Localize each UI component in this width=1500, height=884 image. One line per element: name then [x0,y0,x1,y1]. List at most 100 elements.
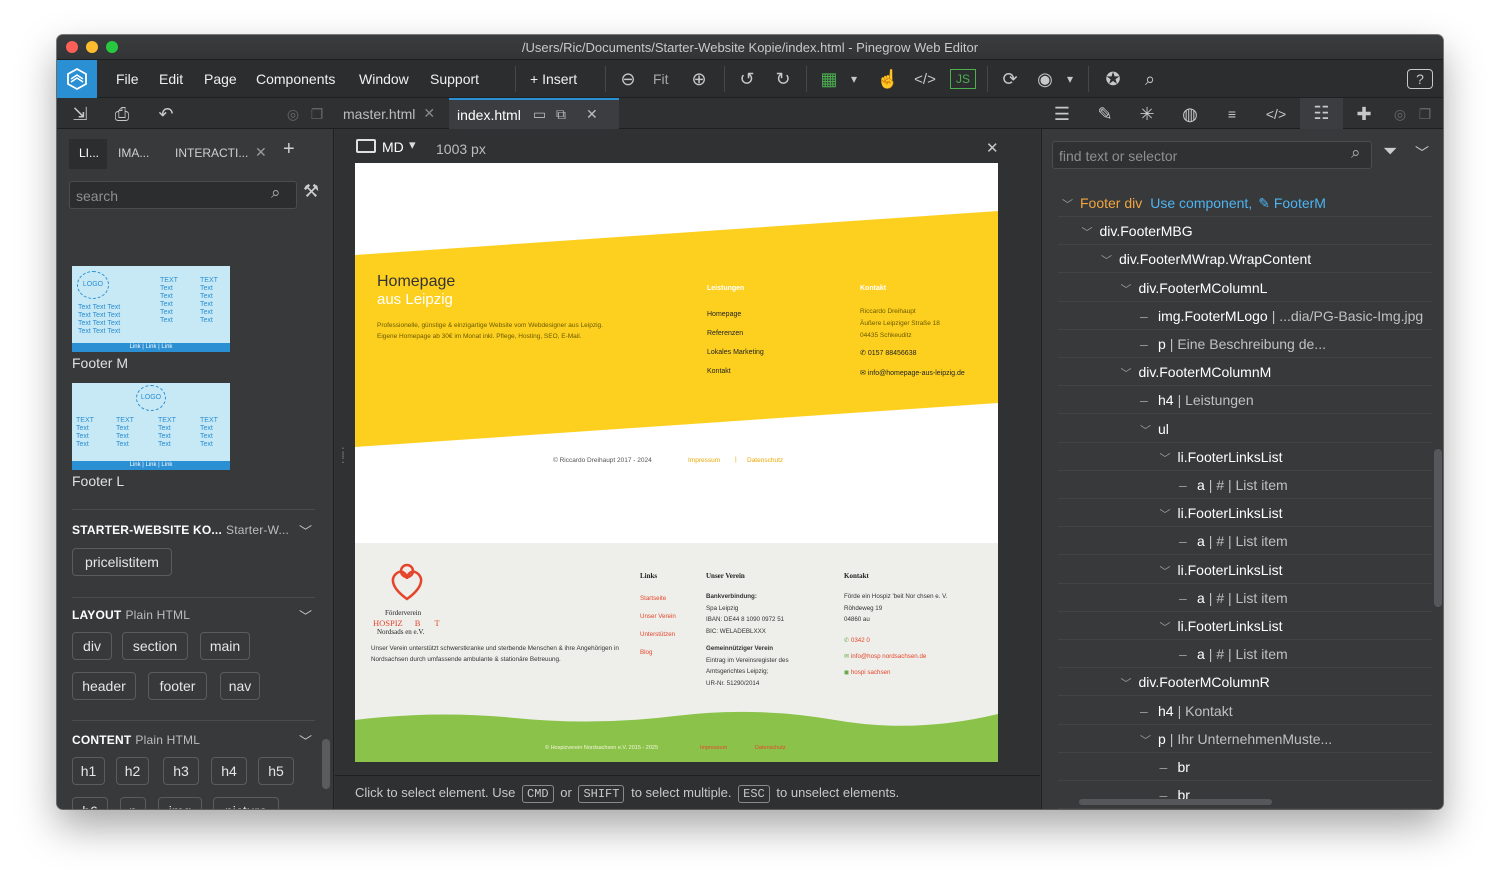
tree-node[interactable]: – p | Eine Beschreibung de... [1058,330,1432,358]
tree-node[interactable]: ﹀ li.FooterLinksList [1058,443,1432,471]
wordpress-icon[interactable]: ✪ [1100,66,1126,92]
tree-node[interactable]: ﹀ Footer div Use component, ✎ FooterM [1058,189,1432,217]
tree-node[interactable]: – h4 | Kontakt [1058,697,1432,725]
tree-node[interactable]: – h4 | Leistungen [1058,386,1432,415]
footer-link[interactable]: Referenzen [707,324,764,343]
undo-icon[interactable]: ↺ [734,66,760,92]
device-size-label[interactable]: MD [382,139,404,155]
revert-icon[interactable]: ↶ [153,101,179,127]
interactions-icon[interactable]: ✳ [1134,101,1160,127]
chevron-down-icon[interactable]: ﹀ [1121,276,1135,301]
element-h4[interactable]: h4 [211,757,247,785]
refresh-icon[interactable]: ⟳ [997,66,1023,92]
footer-impressum-link[interactable]: Impressum [688,457,720,464]
theme-palette-icon[interactable]: ◍ [1177,101,1203,127]
tree-node[interactable]: – a | # | List item [1058,471,1432,499]
tab-master-html[interactable]: master.html ✕ [335,98,445,129]
hospiz-web-link[interactable]: hospi sachsen [851,669,891,676]
code-icon[interactable]: </> [1263,101,1289,127]
element-header[interactable]: header [72,672,136,700]
tree-node[interactable]: ﹀ ul [1058,415,1432,443]
hospiz-link[interactable]: Blog [640,644,676,662]
filter-funnel-icon[interactable]: ⏷ [1383,141,1397,162]
menu-window[interactable]: Window [359,71,409,87]
insert-button[interactable]: + Insert [530,71,577,87]
print-icon[interactable]: ⎙ [109,101,135,127]
chevron-down-icon[interactable]: ﹀ [1140,727,1154,752]
chevron-down-icon[interactable]: ﹀ [1140,417,1154,442]
chevron-down-icon[interactable]: ﹀ [1160,614,1174,639]
tree-node[interactable]: – a | # | List item [1058,640,1432,669]
tab-library[interactable]: LI... [79,146,99,160]
chevron-down-icon[interactable]: ﹀ [1160,501,1174,526]
interactions-hand-icon[interactable]: ☝ [875,66,901,92]
redo-icon[interactable]: ↻ [770,66,796,92]
tab-images[interactable]: IMA... [118,146,149,160]
element-main[interactable]: main [200,632,250,660]
library-puzzle-icon[interactable]: ✚ [1351,101,1377,127]
search-icon[interactable]: ⌕ [271,183,281,203]
chevron-down-icon[interactable]: ▾ [846,66,862,92]
tree-node[interactable]: ﹀ div.FooterMColumnM [1058,358,1432,387]
help-icon[interactable]: ? [1407,69,1433,89]
element-h3[interactable]: h3 [163,757,199,785]
chevron-down-icon[interactable]: ▾ [1062,66,1078,92]
resize-handle[interactable]: ⋮⋮ [337,446,349,464]
library-search-input[interactable]: search [69,181,297,209]
chevron-down-icon[interactable]: ﹀ [299,521,312,540]
zoom-out-icon[interactable]: ⊖ [615,66,641,92]
search-icon[interactable]: ⌕ [1351,143,1361,163]
open-file-icon[interactable]: ⇲ [67,101,93,127]
chevron-down-icon[interactable]: ﹀ [299,606,312,625]
properties-sliders-icon[interactable]: ☰ [1049,101,1075,127]
tree-node[interactable]: ﹀ div.FooterMColumnL [1058,274,1432,302]
eye-icon[interactable]: ◎ [1390,101,1410,127]
add-tab-icon[interactable]: + [283,138,295,161]
element-div[interactable]: div [72,632,112,660]
tab-index-html[interactable]: index.html ▭ ⧉ ✕ [449,98,619,129]
chevron-down-icon[interactable]: ﹀ [1121,670,1135,695]
element-h6[interactable]: h6 [72,797,108,809]
tree-node[interactable]: ﹀ li.FooterLinksList [1058,556,1432,584]
style-brush-icon[interactable]: ✎ [1092,101,1118,127]
pinegrow-logo-icon[interactable] [57,60,97,98]
chevron-down-icon[interactable]: ﹀ [299,731,312,750]
element-img[interactable]: img [158,797,202,809]
preview-eye-icon[interactable]: ◉ [1032,66,1058,92]
content-section-header[interactable]: CONTENT Plain HTML [72,733,200,747]
tree-icon[interactable]: ☷ [1300,98,1343,129]
duplicate-icon[interactable]: ❐ [1415,101,1435,127]
tree-node[interactable]: – a | # | List item [1058,527,1432,556]
js-icon[interactable]: JS [950,69,976,89]
chevron-down-icon[interactable]: ﹀ [1101,247,1115,272]
close-icon[interactable]: ✕ [423,105,435,122]
footer-link[interactable]: Lokales Marketing [707,343,764,362]
close-icon[interactable]: ✕ [986,139,999,157]
close-icon[interactable]: ✕ [255,144,267,161]
element-section[interactable]: section [122,632,188,660]
chevron-down-icon[interactable]: ﹀ [1160,558,1174,583]
chevron-down-icon[interactable]: ﹀ [1082,219,1096,244]
footer-l-thumbnail[interactable]: LOGO TEXT Text Text Text TEXT Text Text Text T… [72,383,230,470]
component-pricelistitem[interactable]: pricelistitem [72,548,172,576]
hospiz-link[interactable]: Unterstützen [640,626,676,644]
hospiz-link[interactable]: Startseite [640,590,676,608]
tab-interactions[interactable]: INTERACTI... [175,146,248,160]
frame-icon[interactable]: ▭ [533,106,546,123]
component-name-link[interactable]: ✎ FooterM [1258,195,1326,211]
tree-scrollbar[interactable] [1434,449,1442,607]
footer-link[interactable]: Kontakt [707,362,764,381]
layout-section-header[interactable]: LAYOUT Plain HTML [72,608,190,622]
chevron-down-icon[interactable]: ▾ [409,137,416,153]
tree-node[interactable]: ﹀ div.FooterMWrap.WrapContent [1058,245,1432,274]
chevron-down-icon[interactable]: ﹀ [1121,360,1135,385]
eye-icon[interactable]: ◎ [283,101,303,127]
hospiz-datenschutz-link[interactable]: Datenschutz [755,745,786,751]
duplicate-icon[interactable]: ❐ [307,101,327,127]
layout-grid-icon[interactable]: ▦ [816,66,842,92]
footer-link[interactable]: Homepage [707,305,764,324]
chevron-down-icon[interactable]: ﹀ [1062,191,1076,216]
element-nav[interactable]: nav [220,672,260,700]
fit-button[interactable]: Fit [653,71,669,87]
device-frame-icon[interactable] [356,139,376,153]
